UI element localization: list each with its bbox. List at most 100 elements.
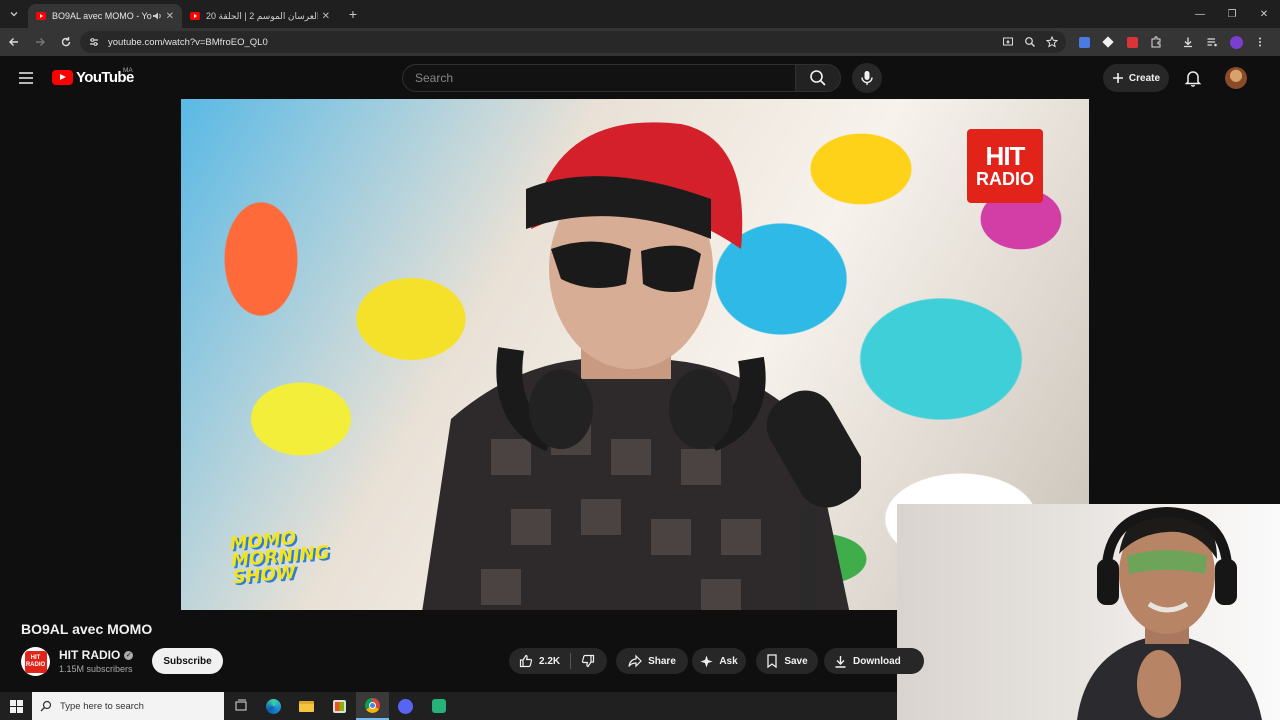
channel-name: HIT RADIO [59, 648, 121, 662]
search-icon [40, 700, 52, 712]
tab-dar-al-irsan[interactable]: دار العرسان الموسم 2 | الحلقة 20 ✕ [182, 4, 338, 28]
share-label: Share [648, 655, 676, 667]
plus-icon [1112, 73, 1123, 83]
video-title: BO9AL avec MOMO [21, 621, 153, 637]
share-arrow-icon [628, 654, 642, 668]
youtube-logo[interactable]: YouTube MA [52, 67, 134, 86]
taskbar-search-placeholder: Type here to search [60, 700, 144, 712]
tab-title: دار العرسان الموسم 2 | الحلقة 20 [206, 10, 318, 21]
star-bookmark-icon[interactable] [1046, 36, 1058, 48]
start-button[interactable] [0, 692, 32, 720]
momo-morning-show-overlay: MOMO MORNING SHOW [229, 523, 383, 589]
ask-button[interactable]: Ask [692, 648, 746, 674]
close-window-button[interactable]: ✕ [1248, 0, 1280, 28]
restore-button[interactable]: ❐ [1216, 0, 1248, 28]
close-tab-icon[interactable]: ✕ [166, 11, 174, 22]
thumbs-up-icon [519, 654, 533, 668]
search-icon [810, 70, 826, 86]
puzzle-extensions-icon[interactable] [1148, 34, 1164, 50]
search-button[interactable] [795, 64, 841, 92]
address-bar[interactable]: youtube.com/watch?v=BMfroEO_QL0 [80, 31, 1066, 53]
discord-icon[interactable] [389, 692, 422, 720]
channel-avatar[interactable]: HIT RADIO [21, 647, 50, 676]
save-button[interactable]: Save [756, 648, 818, 674]
country-code: MA [123, 67, 133, 74]
search-input[interactable]: Search [402, 64, 796, 92]
file-explorer-icon[interactable] [290, 692, 323, 720]
bookmark-icon [767, 654, 777, 668]
taskbar-search-input[interactable]: Type here to search [32, 692, 224, 720]
forward-button[interactable] [28, 30, 52, 54]
omnibox-actions [1002, 31, 1058, 53]
voice-search-button[interactable] [852, 63, 882, 93]
image-extension-icon[interactable] [1124, 34, 1140, 50]
new-tab-button[interactable]: + [342, 3, 364, 25]
more-menu-icon[interactable] [1252, 34, 1268, 50]
media-controls-icon[interactable] [1204, 34, 1220, 50]
notifications-bell-icon[interactable] [1183, 68, 1203, 88]
download-label: Download [853, 655, 901, 667]
close-tab-icon[interactable]: ✕ [322, 11, 330, 22]
like-count: 2.2K [539, 655, 561, 667]
share-button[interactable]: Share [616, 648, 688, 674]
hit-radio-overlay-logo: HIT RADIO [967, 129, 1043, 203]
task-view-icon[interactable] [224, 692, 257, 720]
chrome-icon[interactable] [356, 692, 389, 720]
channel-name-link[interactable]: HIT RADIO ✓ [59, 648, 134, 662]
install-app-icon[interactable] [1002, 36, 1014, 48]
subscribe-button[interactable]: Subscribe [152, 648, 223, 674]
microsoft-store-icon[interactable] [323, 692, 356, 720]
arrow-left-icon [9, 38, 18, 46]
youtube-favicon-icon [190, 12, 200, 20]
reload-button[interactable] [54, 30, 78, 54]
browser-tabstrip: BO9AL avec MOMO - YouTube ✕ دار العرسان … [0, 0, 1280, 28]
overlay-brand-line2: RADIO [976, 169, 1034, 189]
download-button[interactable]: Download [824, 648, 924, 674]
account-avatar[interactable] [1225, 67, 1247, 89]
youtube-favicon-icon [36, 12, 46, 20]
chevron-down-icon [10, 12, 18, 17]
like-dislike-group: 2.2K [509, 648, 607, 674]
youtube-play-icon [52, 70, 73, 85]
zoom-icon[interactable] [1024, 36, 1036, 48]
translate-extension-icon[interactable] [1076, 34, 1092, 50]
download-icon [835, 655, 846, 668]
microphone-icon [861, 71, 873, 85]
hamburger-menu-icon[interactable] [16, 68, 36, 88]
like-button[interactable]: 2.2K [509, 648, 570, 674]
create-label: Create [1128, 72, 1161, 84]
minimize-button[interactable]: — [1184, 0, 1216, 28]
windows-taskbar: Type here to search [0, 692, 897, 720]
window-controls: — ❐ ✕ [1184, 0, 1280, 28]
speaker-icon[interactable] [152, 11, 162, 21]
verified-check-icon: ✓ [124, 650, 134, 660]
tab-search-button[interactable] [0, 0, 28, 28]
back-button[interactable] [2, 30, 26, 54]
dislike-button[interactable] [571, 648, 605, 674]
youtube-header: YouTube MA Search Create [0, 56, 1280, 100]
extension-icons [1076, 28, 1268, 56]
sparkle-icon [700, 655, 713, 667]
webcam-overlay-image [897, 504, 1280, 720]
windows-logo-icon [9, 699, 23, 713]
edge-browser-icon[interactable] [257, 692, 290, 720]
site-info-icon[interactable] [88, 36, 100, 48]
downloads-icon[interactable] [1180, 34, 1196, 50]
video-frame-person-image [422, 122, 861, 610]
ask-label: Ask [719, 655, 738, 667]
browser-toolbar: youtube.com/watch?v=BMfroEO_QL0 [0, 28, 1280, 56]
save-label: Save [784, 655, 808, 667]
arrow-right-icon [36, 38, 45, 46]
url-text: youtube.com/watch?v=BMfroEO_QL0 [108, 36, 268, 48]
diamond-extension-icon[interactable] [1100, 34, 1116, 50]
screen-recorder-icon[interactable] [422, 692, 455, 720]
reload-icon [61, 37, 71, 47]
thumbs-down-icon [582, 654, 595, 668]
tab-title: BO9AL avec MOMO - YouTube [52, 11, 152, 21]
profile-avatar-icon[interactable] [1228, 34, 1244, 50]
subscriber-count: 1.15M subscribers [59, 664, 133, 674]
hit-radio-logo: HIT RADIO [24, 650, 47, 673]
tab-youtube[interactable]: BO9AL avec MOMO - YouTube ✕ [28, 4, 182, 28]
overlay-brand-line1: HIT [985, 141, 1026, 171]
create-button[interactable]: Create [1103, 64, 1169, 92]
